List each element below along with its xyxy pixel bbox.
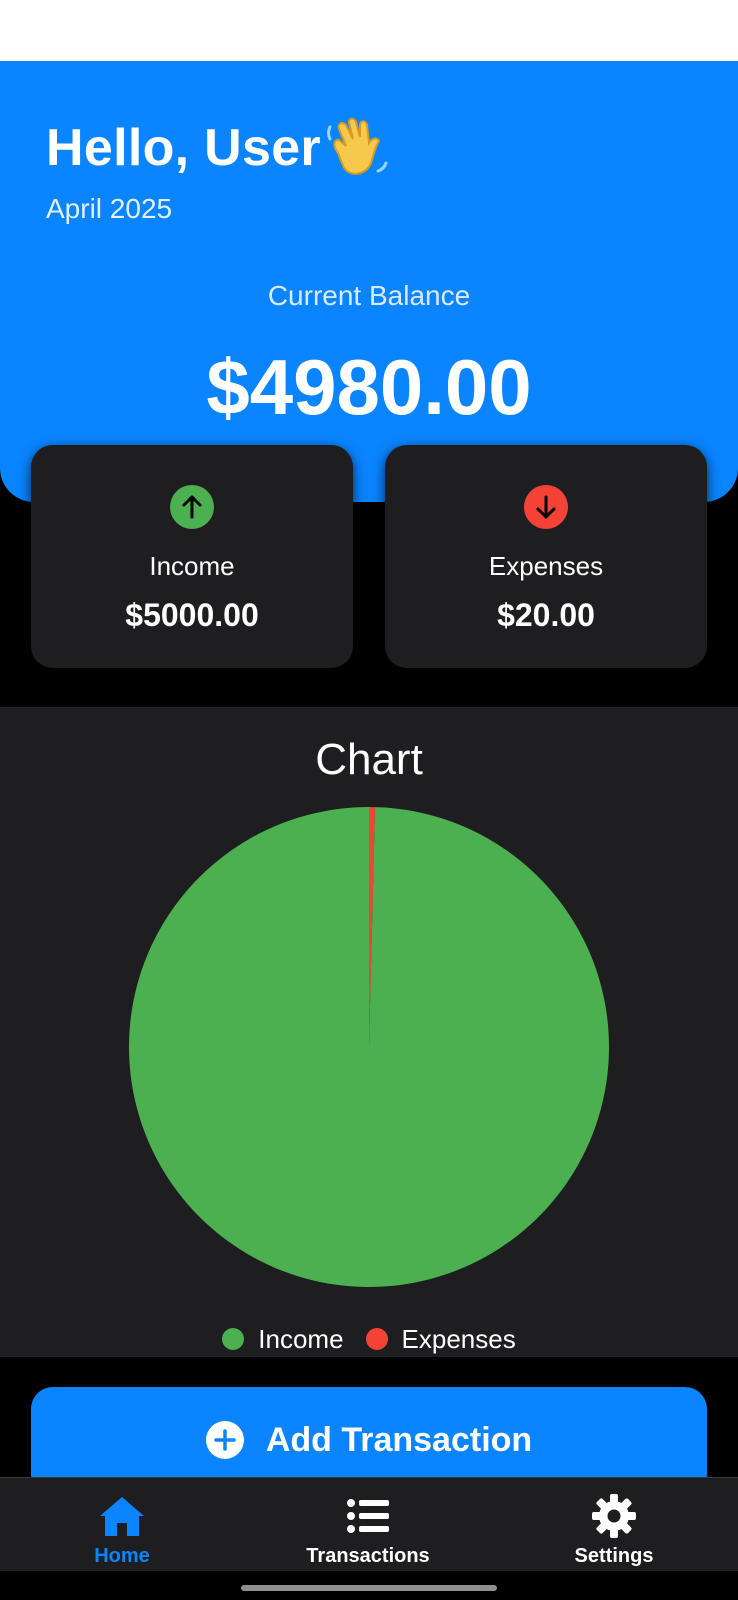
gear-icon [592,1494,636,1538]
income-card[interactable]: Income $5000.00 [31,445,353,668]
arrow-up-icon [170,485,214,529]
legend-swatch-expenses [365,1328,388,1350]
current-month: April 2025 [46,193,173,224]
legend-label-income: Income [258,1323,344,1354]
list-icon [347,1499,389,1533]
expenses-card[interactable]: Expenses $20.00 [385,445,707,668]
income-value: $5000.00 [125,597,259,633]
legend-item-expenses: Expenses [365,1323,516,1355]
bottom-navigation: Home Transactions Settings [0,1477,738,1571]
pie-chart [128,807,609,1287]
nav-label-home: Home [94,1545,150,1567]
arrow-down-icon [524,485,568,529]
pie-slice-income [128,807,609,1287]
legend-label-expenses: Expenses [401,1323,516,1354]
nav-label-transactions: Transactions [306,1545,430,1567]
waving-hand-icon [327,117,388,175]
chart-legend: Income Expenses [0,1324,738,1354]
home-icon [100,1497,144,1536]
balance-label: Current Balance [267,280,471,311]
expenses-value: $20.00 [497,597,595,633]
nav-item-settings[interactable]: Settings [524,1478,704,1571]
add-transaction-label: Add Transaction [265,1421,533,1459]
chart-panel: Chart Income Expenses [0,707,738,1357]
nav-label-settings: Settings [574,1545,654,1567]
greeting-title: Hello, User [46,119,321,177]
plus-circle-icon [205,1421,244,1459]
nav-item-transactions[interactable]: Transactions [278,1478,458,1571]
legend-item-income: Income [222,1323,344,1355]
home-indicator[interactable] [241,1585,497,1591]
legend-swatch-income [222,1328,245,1350]
balance-value: $4980.00 [206,343,532,431]
expenses-label: Expenses [488,551,604,581]
system-home-bar [0,1571,738,1600]
nav-item-home[interactable]: Home [32,1478,212,1571]
status-bar [0,0,738,61]
income-label: Income [149,551,235,581]
